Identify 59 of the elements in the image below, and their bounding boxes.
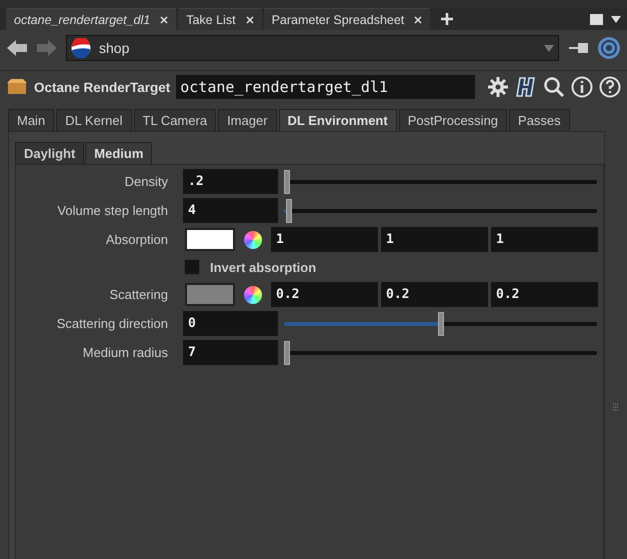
tab[interactable]: Imager xyxy=(218,109,277,131)
add-tab-icon[interactable] xyxy=(440,12,454,26)
tab[interactable]: Main xyxy=(8,109,54,131)
tab[interactable]: DL Environment xyxy=(278,109,397,131)
value-field[interactable]: 7 xyxy=(183,340,278,365)
tab[interactable]: PostProcessing xyxy=(398,109,508,131)
close-icon[interactable] xyxy=(414,16,422,24)
color-swatch[interactable] xyxy=(185,228,235,251)
box-icon xyxy=(6,77,28,97)
value-field[interactable]: 0.2 xyxy=(381,282,488,307)
h-logo-icon[interactable] xyxy=(515,76,538,98)
resize-grip-icon[interactable] xyxy=(612,403,620,413)
pin-icon[interactable] xyxy=(567,40,589,56)
pane-tab[interactable]: Take List xyxy=(178,8,262,30)
target-icon[interactable] xyxy=(597,36,621,60)
ball-icon xyxy=(71,38,91,58)
checkbox[interactable] xyxy=(184,259,200,275)
value-field[interactable]: 1 xyxy=(381,227,488,252)
maximize-icon[interactable] xyxy=(590,14,603,24)
value-field[interactable]: 0.2 xyxy=(491,282,598,307)
tab[interactable]: DL Kernel xyxy=(56,109,132,131)
param-label: Volume step length xyxy=(56,203,169,218)
slider[interactable] xyxy=(284,170,597,194)
param-label: Density xyxy=(124,174,169,189)
param-label: Scattering xyxy=(108,287,169,302)
back-arrow-icon[interactable] xyxy=(6,39,28,57)
slider[interactable] xyxy=(284,198,597,222)
color-wheel-icon[interactable] xyxy=(244,286,262,304)
path-field[interactable]: shop xyxy=(66,35,559,61)
color-swatch[interactable] xyxy=(185,283,235,306)
tab[interactable]: Passes xyxy=(509,109,570,131)
value-field[interactable]: 4 xyxy=(183,198,278,223)
path-text: shop xyxy=(99,40,130,56)
param-label: Scattering direction xyxy=(56,316,169,331)
pane-tab[interactable]: Parameter Spreadsheet xyxy=(264,8,430,30)
tab[interactable]: Medium xyxy=(85,142,152,164)
value-field[interactable]: 1 xyxy=(491,227,598,252)
dropdown-icon[interactable] xyxy=(611,16,621,22)
param-label: Medium radius xyxy=(82,345,169,360)
info-icon[interactable] xyxy=(571,76,594,98)
close-icon[interactable] xyxy=(246,16,254,24)
value-field[interactable]: 0 xyxy=(183,311,278,336)
value-field[interactable]: 0.2 xyxy=(271,282,378,307)
node-type-label: Octane RenderTarget xyxy=(34,80,170,94)
value-field[interactable]: 1 xyxy=(271,227,378,252)
slider[interactable] xyxy=(284,312,597,336)
value-field[interactable]: .2 xyxy=(183,169,278,194)
slider[interactable] xyxy=(284,340,597,364)
color-wheel-icon[interactable] xyxy=(244,230,262,248)
pane-tab[interactable]: octane_rendertarget_dl1 xyxy=(6,8,176,30)
search-icon[interactable] xyxy=(543,76,566,98)
tab[interactable]: TL Camera xyxy=(134,109,216,131)
param-label: Absorption xyxy=(104,232,169,247)
node-name-field[interactable]: octane_rendertarget_dl1 xyxy=(176,75,476,99)
close-icon[interactable] xyxy=(160,16,168,24)
help-icon[interactable] xyxy=(599,76,622,98)
gear-icon[interactable] xyxy=(487,76,510,98)
tab[interactable]: Daylight xyxy=(15,142,84,164)
checkbox-label: Invert absorption xyxy=(210,260,316,274)
